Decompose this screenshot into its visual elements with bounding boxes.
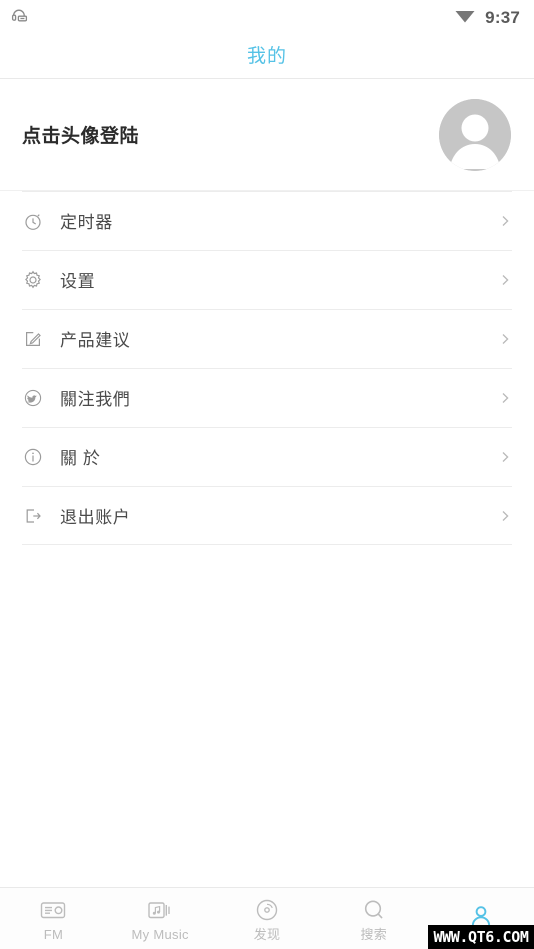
app-screen: 9:37 我的 点击头像登陆 定时器 设置 产品建议 關注我們 關 於 退出账户… bbox=[0, 0, 534, 949]
menu-item-timer[interactable]: 定时器 bbox=[22, 191, 512, 250]
page-title: 我的 bbox=[246, 45, 287, 67]
tab-label: 搜索 bbox=[360, 926, 388, 942]
menu-item-follow-us[interactable]: 關注我們 bbox=[22, 368, 512, 427]
tab-label: 发现 bbox=[253, 926, 281, 942]
tab-my-music[interactable]: My Music bbox=[107, 888, 214, 949]
menu-item-label: 产品建议 bbox=[60, 331, 131, 350]
menu-item-label: 设置 bbox=[60, 272, 96, 291]
chevron-right-icon bbox=[498, 450, 512, 464]
gear-icon bbox=[22, 269, 44, 291]
chevron-right-icon bbox=[498, 391, 512, 405]
avatar[interactable] bbox=[439, 98, 511, 171]
menu-item-about[interactable]: 關 於 bbox=[22, 427, 512, 486]
menu-item-label: 定时器 bbox=[60, 213, 113, 232]
profile-header[interactable]: 点击头像登陆 bbox=[0, 79, 534, 191]
bottom-tab-bar: FM My Music 发现 搜索 WWW.QT6.COM bbox=[0, 887, 534, 949]
bird-circle-icon bbox=[22, 387, 44, 409]
wifi-icon bbox=[454, 6, 476, 29]
page-title-bar: 我的 bbox=[0, 34, 534, 79]
timer-icon bbox=[22, 210, 44, 232]
menu-item-settings[interactable]: 设置 bbox=[22, 250, 512, 309]
disc-icon bbox=[253, 897, 281, 923]
status-bar: 9:37 bbox=[0, 0, 534, 34]
chevron-right-icon bbox=[498, 509, 512, 523]
headset-notification-icon bbox=[10, 5, 30, 30]
chevron-right-icon bbox=[498, 332, 512, 346]
settings-menu-list: 定时器 设置 产品建议 關注我們 關 於 退出账户 bbox=[0, 191, 534, 545]
tab-fm[interactable]: FM bbox=[0, 888, 107, 949]
logout-icon bbox=[22, 505, 44, 527]
menu-item-label: 關 於 bbox=[60, 449, 101, 468]
login-prompt-label: 点击头像登陆 bbox=[22, 126, 140, 147]
content-empty-area bbox=[0, 545, 534, 887]
menu-item-label: 關注我們 bbox=[60, 390, 131, 409]
info-icon bbox=[22, 446, 44, 468]
menu-item-product-suggestion[interactable]: 产品建议 bbox=[22, 309, 512, 368]
menu-item-logout[interactable]: 退出账户 bbox=[22, 486, 512, 545]
watermark-text: WWW.QT6.COM bbox=[433, 927, 529, 946]
status-bar-clock: 9:37 bbox=[485, 7, 520, 27]
status-bar-right: 9:37 bbox=[454, 6, 520, 29]
music-card-icon bbox=[146, 897, 174, 923]
chevron-right-icon bbox=[498, 214, 512, 228]
edit-icon bbox=[22, 328, 44, 350]
menu-item-label: 退出账户 bbox=[60, 508, 131, 527]
watermark: WWW.QT6.COM bbox=[428, 925, 534, 949]
chevron-right-icon bbox=[498, 273, 512, 287]
tab-label: FM bbox=[43, 926, 64, 942]
search-icon bbox=[360, 897, 388, 923]
radio-icon bbox=[39, 897, 67, 923]
tab-search[interactable]: 搜索 bbox=[320, 888, 427, 949]
status-bar-left bbox=[10, 5, 30, 30]
tab-discover[interactable]: 发现 bbox=[214, 888, 321, 949]
tab-label: My Music bbox=[131, 926, 189, 942]
default-avatar-person-icon bbox=[439, 98, 511, 171]
